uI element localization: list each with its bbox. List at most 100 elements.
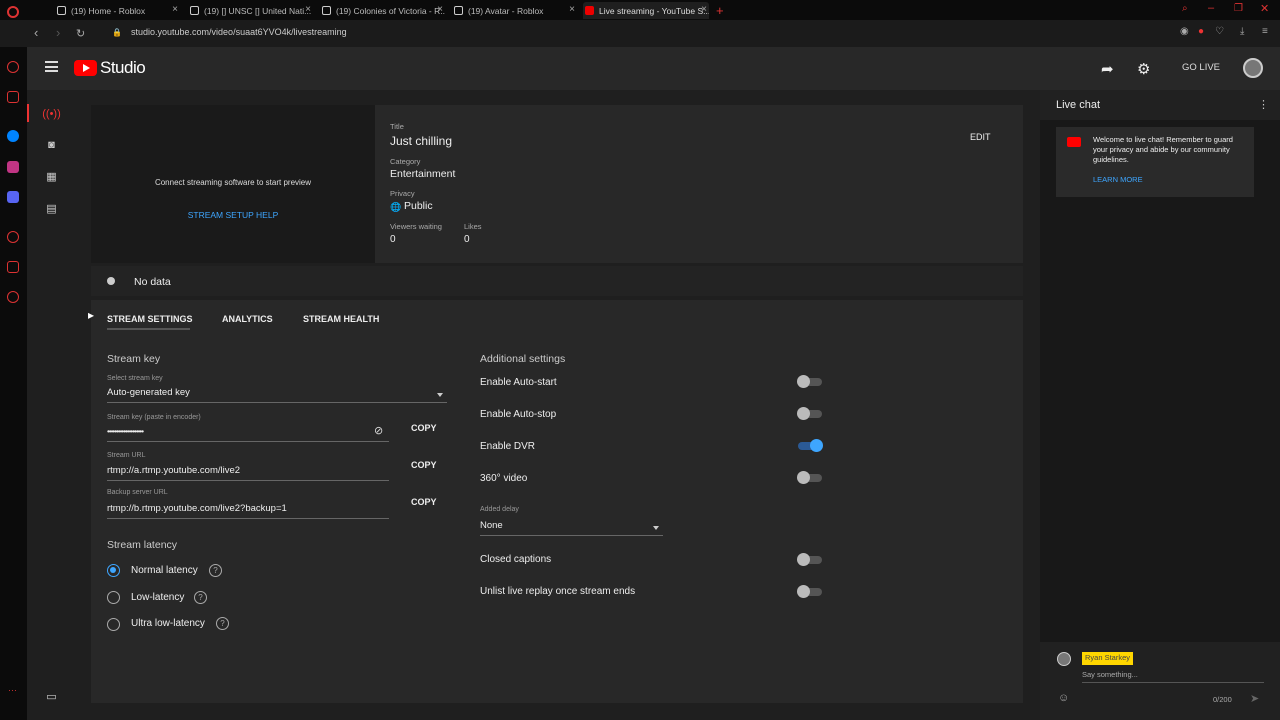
browser-tab[interactable]: (19) [] UNSC [] United Nati... × — [188, 2, 313, 19]
speed-dial-icon[interactable] — [7, 61, 19, 73]
likes-label: Likes — [464, 222, 482, 231]
go-live-button[interactable]: GO LIVE — [1182, 62, 1220, 73]
browser-tab[interactable]: (19) Avatar - Roblox × — [452, 2, 577, 19]
more-dots-icon[interactable]: ··· — [8, 685, 17, 695]
browser-tab-active[interactable]: Live streaming - YouTube S... × — [583, 2, 709, 19]
emoji-icon[interactable]: ☺ — [1058, 692, 1069, 704]
tab-stream-settings[interactable]: STREAM SETTINGS — [107, 314, 193, 324]
live-stream-nav-icon[interactable]: ((•)) — [42, 107, 61, 120]
twitch-icon[interactable] — [7, 91, 19, 103]
dropdown-caret-icon[interactable] — [437, 393, 443, 397]
close-tab-icon[interactable]: × — [305, 4, 311, 15]
stream-key-select[interactable]: Auto-generated key — [107, 387, 190, 398]
tab-analytics[interactable]: ANALYTICS — [222, 314, 273, 324]
more-vert-icon[interactable]: ⋮ — [1258, 98, 1269, 111]
download-icon[interactable]: ⤓ — [1240, 26, 1244, 37]
closed-captions-toggle[interactable] — [797, 553, 822, 566]
back-icon[interactable]: ‹ — [34, 25, 38, 40]
low-latency-radio[interactable] — [107, 591, 120, 604]
hamburger-menu-icon[interactable] — [45, 61, 58, 72]
chat-user-avatar — [1057, 652, 1071, 666]
browser-tab[interactable]: (19) Colonies of Victoria - R... × — [320, 2, 445, 19]
backup-url-field[interactable]: rtmp://b.rtmp.youtube.com/live2?backup=1 — [107, 503, 287, 514]
status-dot-icon — [107, 277, 115, 285]
copy-backup-url-button[interactable]: COPY — [411, 497, 437, 507]
send-icon[interactable]: ➤ — [1250, 692, 1259, 705]
stream-title: Just chilling — [390, 134, 453, 148]
calendar-nav-icon[interactable]: ▦ — [45, 170, 58, 183]
auto-stop-toggle[interactable] — [797, 407, 822, 420]
search-tabs-icon[interactable]: ⌕ — [1182, 3, 1188, 14]
reload-icon[interactable]: ↻ — [76, 27, 85, 40]
gear-icon[interactable]: ⚙ — [1137, 60, 1150, 78]
browser-tab[interactable]: (19) Home - Roblox × — [55, 2, 180, 19]
close-window-icon[interactable]: ✕ — [1260, 2, 1269, 15]
added-delay-select[interactable]: None — [480, 520, 503, 531]
copy-stream-key-button[interactable]: COPY — [411, 423, 437, 433]
youtube-logo-icon[interactable] — [74, 60, 97, 76]
studio-left-nav — [27, 90, 77, 720]
help-icon[interactable]: ? — [216, 617, 229, 630]
opera-logo-icon[interactable] — [7, 6, 19, 18]
privacy-label: Privacy — [390, 189, 415, 198]
stream-privacy: Public — [404, 200, 433, 212]
active-tab-indicator — [107, 328, 190, 330]
stream-status-text: No data — [134, 276, 171, 288]
ultra-low-latency-label: Ultra low-latency — [131, 618, 205, 629]
stream-url-field[interactable]: rtmp://a.rtmp.youtube.com/live2 — [107, 465, 240, 476]
help-icon[interactable]: ? — [194, 591, 207, 604]
discord-icon[interactable] — [7, 191, 19, 203]
instagram-icon[interactable] — [7, 161, 19, 173]
preview-message: Connect streaming software to start prev… — [154, 178, 312, 187]
dvr-toggle[interactable] — [798, 439, 823, 452]
studio-brand[interactable]: Studio — [100, 58, 146, 78]
stream-url-label: Stream URL — [107, 452, 146, 459]
roblox-favicon-icon — [454, 6, 463, 15]
youtube-favicon-icon — [585, 6, 594, 15]
chat-message-input[interactable]: Say something... — [1082, 670, 1138, 679]
box-icon[interactable] — [7, 261, 19, 273]
stream-info-card — [375, 105, 1023, 263]
feedback-icon[interactable]: ▭ — [45, 690, 58, 703]
minimize-icon[interactable]: – — [1208, 2, 1214, 14]
dropdown-caret-icon[interactable] — [653, 526, 659, 530]
visibility-off-icon[interactable]: ⊘ — [374, 424, 383, 437]
settings-icon[interactable] — [7, 291, 19, 303]
unlist-replay-label: Unlist live replay once stream ends — [480, 586, 636, 597]
ultra-low-latency-radio[interactable] — [107, 618, 120, 631]
close-tab-icon[interactable]: × — [172, 4, 178, 15]
share-icon[interactable]: ➦ — [1101, 60, 1114, 78]
help-icon[interactable]: ? — [209, 564, 222, 577]
tab-stream-health[interactable]: STREAM HEALTH — [303, 314, 379, 324]
roblox-favicon-icon — [57, 6, 66, 15]
messenger-icon[interactable] — [7, 130, 19, 142]
edit-button[interactable]: EDIT — [970, 132, 991, 142]
learn-more-link[interactable]: LEARN MORE — [1093, 175, 1143, 184]
viewers-waiting-count: 0 — [390, 234, 396, 245]
copy-stream-url-button[interactable]: COPY — [411, 460, 437, 470]
webcam-nav-icon[interactable]: ◙ — [45, 138, 58, 151]
camera-icon[interactable]: ◉ — [1180, 26, 1189, 37]
forward-icon[interactable]: › — [56, 25, 60, 40]
heart-icon[interactable]: ♡ — [1215, 26, 1224, 37]
auto-start-toggle[interactable] — [797, 375, 822, 388]
new-tab-icon[interactable]: + — [716, 3, 724, 18]
menu-lines-icon[interactable]: ≡ — [1262, 26, 1268, 37]
unlist-replay-toggle[interactable] — [797, 585, 822, 598]
normal-latency-radio[interactable] — [107, 564, 120, 577]
close-tab-icon[interactable]: × — [569, 4, 575, 15]
chat-char-count: 0/200 — [1213, 695, 1232, 704]
added-delay-label: Added delay — [480, 506, 519, 513]
stream-key-field[interactable]: •••••••••••••••••••• — [107, 427, 144, 436]
video-360-toggle[interactable] — [797, 471, 822, 484]
shield-icon[interactable]: ● — [1198, 26, 1204, 37]
stream-setup-help-link[interactable]: STREAM SETUP HELP — [91, 210, 375, 220]
manage-nav-icon[interactable]: ▤ — [45, 202, 58, 215]
additional-settings-heading: Additional settings — [480, 353, 566, 365]
close-tab-icon[interactable]: × — [437, 4, 443, 15]
restore-icon[interactable]: ❐ — [1234, 3, 1243, 14]
account-avatar[interactable] — [1243, 58, 1263, 78]
close-tab-icon[interactable]: × — [701, 4, 707, 15]
history-icon[interactable] — [7, 231, 19, 243]
url-field[interactable]: studio.youtube.com/video/suaat6YVO4k/liv… — [131, 27, 347, 37]
